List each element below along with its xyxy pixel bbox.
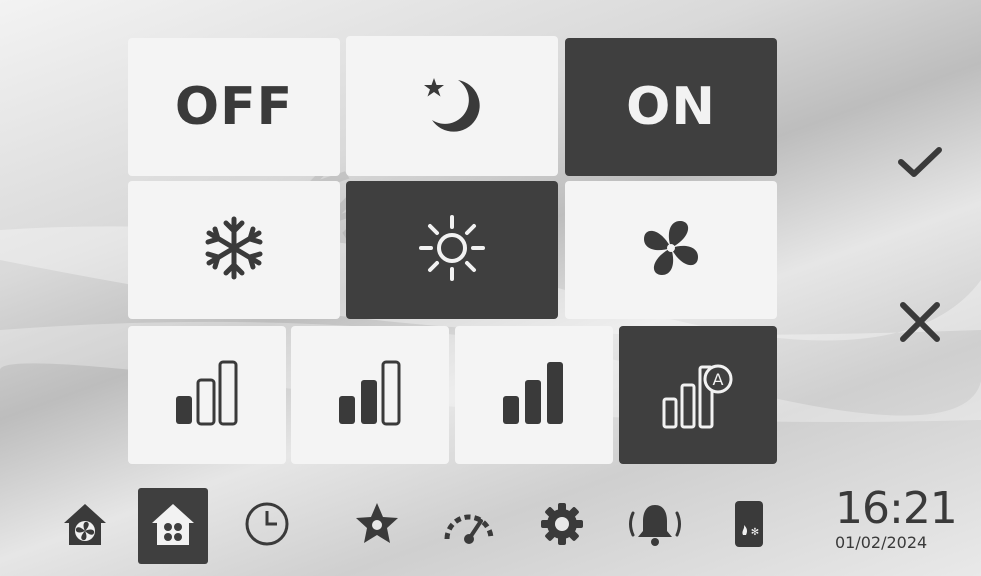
- cancel-button[interactable]: [890, 296, 950, 352]
- nav-water-heater[interactable]: ✻: [714, 488, 784, 564]
- nav-favorites[interactable]: [342, 488, 412, 564]
- moon-star-icon: [412, 64, 492, 148]
- fan-speed-high-button[interactable]: [455, 326, 613, 464]
- home-fan-icon: [60, 499, 110, 553]
- fan-speed-medium-button[interactable]: [291, 326, 449, 464]
- gear-icon: [537, 499, 587, 553]
- off-label: OFF: [174, 77, 294, 137]
- home-rooms-icon: [148, 499, 198, 553]
- fan-speed-low-icon: [172, 358, 242, 432]
- nav-alarms[interactable]: [620, 488, 690, 564]
- fan-speed-high-icon: [499, 358, 569, 432]
- auto-badge: A: [713, 370, 724, 389]
- star-icon: [352, 499, 402, 553]
- nav-settings[interactable]: [527, 488, 597, 564]
- fan-speed-low-button[interactable]: [128, 326, 286, 464]
- gauge-icon: [441, 499, 497, 553]
- nav-performance[interactable]: [434, 488, 504, 564]
- nav-home-rooms[interactable]: [138, 488, 208, 564]
- check-icon: [897, 146, 943, 184]
- snowflake-icon: [199, 213, 269, 287]
- close-icon: [898, 300, 942, 348]
- svg-text:✻: ✻: [751, 527, 759, 538]
- cool-mode-button[interactable]: [128, 181, 340, 319]
- nav-home-fan[interactable]: [50, 488, 120, 564]
- sun-icon: [417, 213, 487, 287]
- nav-schedule[interactable]: [232, 488, 302, 564]
- alarm-bell-icon: [625, 499, 685, 553]
- confirm-button[interactable]: [890, 140, 950, 190]
- fan-speed-auto-button[interactable]: A: [619, 326, 777, 464]
- fan-mode-button[interactable]: [565, 181, 777, 319]
- off-button[interactable]: OFF: [128, 38, 340, 176]
- heat-mode-button[interactable]: [346, 181, 558, 319]
- fan-speed-auto-icon: A: [658, 353, 738, 437]
- clock-display: 16:21 01/02/2024: [835, 483, 958, 553]
- fan-icon: [636, 213, 706, 287]
- time-display: 16:21: [835, 483, 958, 534]
- fan-speed-medium-icon: [335, 358, 405, 432]
- date-display: 01/02/2024: [835, 533, 928, 552]
- night-mode-button[interactable]: [346, 36, 558, 176]
- on-label: ON: [626, 77, 716, 137]
- water-heater-icon: ✻: [729, 497, 769, 555]
- clock-icon: [242, 499, 292, 553]
- on-button[interactable]: ON: [565, 38, 777, 176]
